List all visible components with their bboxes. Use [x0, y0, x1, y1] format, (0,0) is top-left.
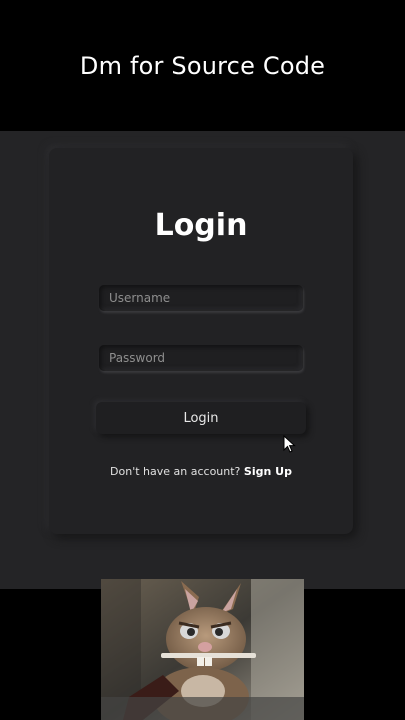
login-button[interactable]: Login — [96, 402, 306, 434]
demo-stage: Login Login Don't have an account? Sign … — [0, 131, 405, 589]
page-title: Login — [154, 208, 248, 243]
creature-image — [101, 579, 304, 720]
signup-prompt-row: Don't have an account? Sign Up — [49, 465, 353, 478]
video-frame: Dm for Source Code Login Login Don't hav… — [0, 0, 405, 720]
username-input[interactable] — [99, 285, 303, 311]
mouse-pointer-icon — [283, 435, 296, 453]
creature-thumbnail — [101, 579, 304, 720]
signup-link[interactable]: Sign Up — [244, 465, 292, 478]
signup-prompt: Don't have an account? — [110, 465, 241, 478]
password-input[interactable] — [99, 345, 303, 371]
login-card: Login Login Don't have an account? Sign … — [49, 148, 353, 534]
caption-text: Dm for Source Code — [79, 52, 326, 80]
